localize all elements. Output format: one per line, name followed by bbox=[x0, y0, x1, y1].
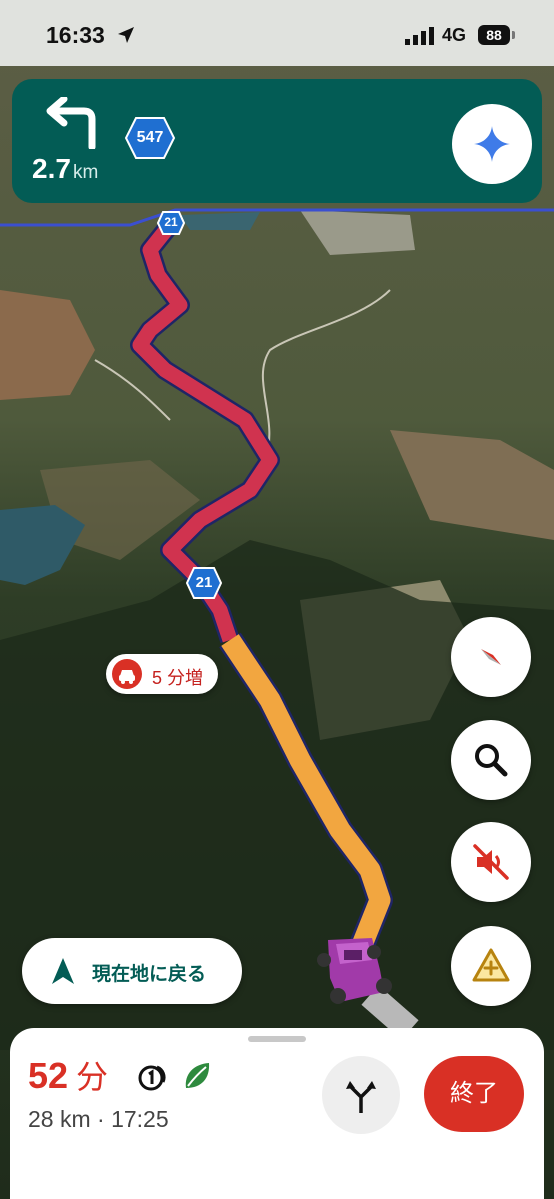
network-type: 4G bbox=[442, 25, 467, 45]
eta-unit: 分 bbox=[76, 1059, 109, 1095]
fork-routes-icon bbox=[346, 1081, 376, 1113]
trip-distance-arrival: 28 km · 17:25 bbox=[28, 1106, 169, 1132]
report-incident-icon bbox=[472, 948, 510, 982]
road-shield-number: 547 bbox=[136, 129, 164, 146]
battery-tip bbox=[512, 31, 515, 39]
recenter-button[interactable]: 現在地に戻る bbox=[22, 938, 242, 1004]
eco-leaf-icon bbox=[185, 1063, 210, 1088]
battery-level: 88 bbox=[478, 25, 510, 45]
gemini-assistant-button[interactable] bbox=[452, 104, 532, 184]
status-time: 16:33 bbox=[46, 22, 105, 48]
traffic-delay-text: 5 分増 bbox=[152, 668, 204, 688]
mute-button[interactable] bbox=[451, 822, 531, 902]
location-arrow-icon bbox=[118, 27, 134, 43]
turn-distance-unit: km bbox=[72, 162, 99, 183]
car-icon bbox=[112, 659, 142, 689]
turn-distance: 2.7 km bbox=[32, 153, 98, 185]
toll-road-icon bbox=[138, 1065, 166, 1091]
recenter-label: 現在地に戻る bbox=[92, 964, 207, 985]
status-bar: 16:33 4G 88 bbox=[0, 0, 554, 66]
trip-summary-sheet[interactable]: 52 分 28 km · 17:25 終了 bbox=[10, 1028, 544, 1199]
vehicle-position-icon bbox=[317, 938, 392, 1004]
alternate-routes-button[interactable] bbox=[322, 1056, 400, 1134]
navigation-instruction-card[interactable]: 2.7 km 547 bbox=[12, 79, 542, 203]
search-icon bbox=[475, 744, 508, 777]
route-shield-number: 21 bbox=[164, 215, 178, 229]
search-button[interactable] bbox=[451, 720, 531, 800]
volume-off-icon bbox=[473, 844, 509, 880]
signal-bars-icon bbox=[405, 27, 434, 45]
compass-icon bbox=[481, 649, 501, 665]
navigation-arrow-icon bbox=[52, 958, 74, 984]
traffic-delay-badge[interactable]: 5 分増 bbox=[106, 654, 218, 694]
eta-duration: 52 分 bbox=[28, 1052, 108, 1098]
turn-left-arrow-icon bbox=[46, 97, 96, 149]
report-incident-button[interactable] bbox=[451, 926, 531, 1006]
end-navigation-button[interactable]: 終了 bbox=[424, 1056, 524, 1132]
compass-button[interactable] bbox=[451, 617, 531, 697]
route-shield-number: 21 bbox=[195, 574, 213, 591]
sheet-drag-handle[interactable] bbox=[248, 1036, 306, 1042]
sparkle-icon bbox=[474, 126, 510, 162]
turn-distance-value: 2.7 bbox=[32, 153, 71, 184]
eta-minutes: 52 bbox=[28, 1055, 69, 1096]
